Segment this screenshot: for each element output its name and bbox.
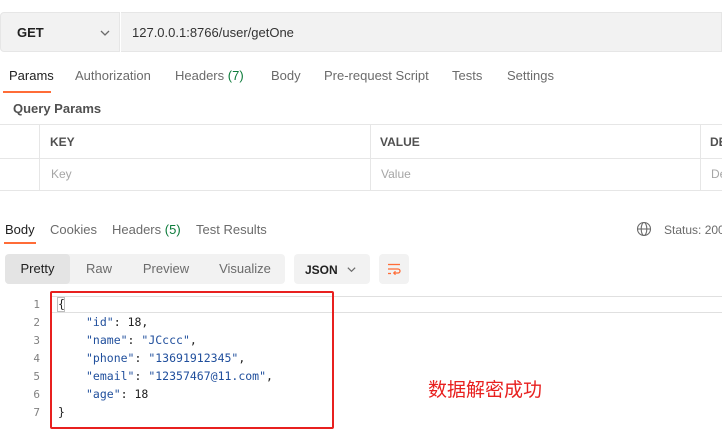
request-tabs: Params Authorization Headers (7) Body Pr… (0, 66, 722, 94)
column-divider (700, 125, 701, 191)
column-header-key: KEY (50, 135, 75, 149)
query-params-title: Query Params (13, 101, 102, 116)
column-header-description: DE (710, 135, 722, 149)
tab-authorization[interactable]: Authorization (75, 68, 151, 83)
method-select[interactable]: GET (0, 12, 120, 52)
active-response-tab-indicator (4, 242, 36, 244)
query-params-table: KEY VALUE DE Key Value De (0, 124, 722, 191)
line-number: 7 (33, 406, 40, 419)
globe-icon[interactable] (636, 221, 652, 237)
line-number: 3 (33, 334, 40, 347)
wrap-lines-button[interactable] (379, 254, 409, 284)
format-raw-button[interactable]: Raw (71, 254, 127, 284)
tab-settings[interactable]: Settings (507, 68, 554, 83)
tab-pre-request-script[interactable]: Pre-request Script (324, 68, 429, 83)
key-input[interactable]: Key (51, 167, 72, 181)
line-number: 6 (33, 388, 40, 401)
format-visualize-button[interactable]: Visualize (205, 254, 285, 284)
column-divider (370, 125, 371, 191)
tab-headers[interactable]: Headers (7) (175, 68, 244, 83)
url-text: 127.0.0.1:8766/user/getOne (132, 25, 294, 40)
chevron-down-icon (100, 30, 110, 36)
status-label: Status: 200 (664, 223, 722, 237)
method-label: GET (17, 25, 44, 40)
format-preview-button[interactable]: Preview (129, 254, 203, 284)
response-tab-headers[interactable]: Headers (5) (112, 222, 181, 237)
line-number: 5 (33, 370, 40, 383)
tab-body[interactable]: Body (271, 68, 301, 83)
line-number: 2 (33, 316, 40, 329)
format-pretty-button[interactable]: Pretty (5, 254, 70, 284)
response-tab-test-results[interactable]: Test Results (196, 222, 267, 237)
language-label: JSON (305, 263, 338, 277)
row-divider (0, 158, 722, 159)
tab-params[interactable]: Params (9, 68, 54, 83)
response-format-bar: Pretty Raw Preview Visualize (5, 254, 285, 284)
response-tabs: Body Cookies Headers (5) Test Results St… (0, 220, 722, 246)
value-input[interactable]: Value (381, 167, 411, 181)
line-number: 4 (33, 352, 40, 365)
response-tab-body[interactable]: Body (5, 222, 35, 237)
response-tab-cookies[interactable]: Cookies (50, 222, 97, 237)
language-select[interactable]: JSON (294, 254, 370, 284)
chevron-down-icon (347, 267, 356, 273)
column-header-value: VALUE (380, 135, 420, 149)
active-tab-indicator (3, 91, 51, 93)
line-number: 1 (33, 298, 40, 311)
highlight-box (50, 291, 334, 429)
annotation-text: 数据解密成功 (428, 379, 543, 401)
request-url-bar: GET 127.0.0.1:8766/user/getOne (0, 12, 722, 52)
url-input[interactable]: 127.0.0.1:8766/user/getOne (121, 12, 722, 52)
wrap-lines-icon (388, 263, 401, 276)
column-divider (39, 125, 40, 191)
headers-count: (7) (227, 68, 244, 83)
tab-tests[interactable]: Tests (452, 68, 482, 83)
response-headers-count: (5) (164, 222, 181, 237)
description-input[interactable]: De (711, 167, 722, 181)
